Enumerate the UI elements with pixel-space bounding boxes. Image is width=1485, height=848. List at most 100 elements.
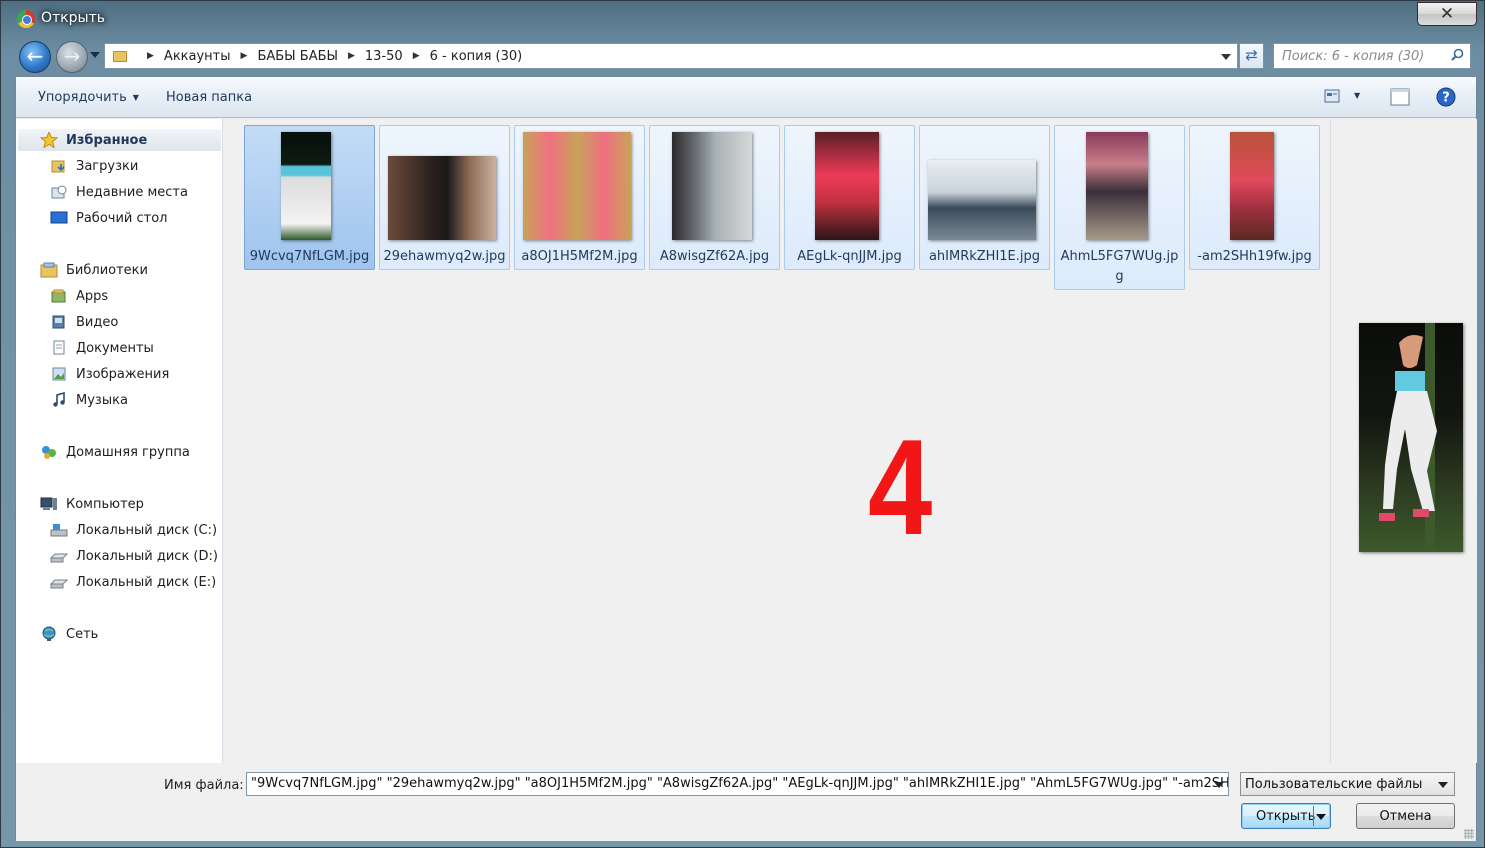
nav-item-label: Локальный диск (E:) [76,574,217,590]
photo-thumbnail [672,132,752,240]
help-icon[interactable]: ? [1436,87,1456,107]
nav-item-label: Рабочий стол [76,210,168,226]
file-tile[interactable]: 29ehawmyq2w.jpg [379,125,510,270]
nav-downloads[interactable]: Загрузки [50,155,138,177]
close-button[interactable]: ✕ [1417,2,1477,26]
split-divider [1313,806,1314,826]
arrow-left-icon: ← [26,44,44,68]
file-name: ahIMRkZHI1E.jpg [928,249,1041,264]
search-icon[interactable] [1451,48,1464,61]
file-name: 29ehawmyq2w.jpg [383,249,506,264]
title-bar[interactable]: Открыть ✕ [1,1,1484,39]
nav-favorites[interactable]: Избранное [18,129,221,151]
nav-homegroup-label: Домашняя группа [66,444,190,460]
refresh-button[interactable]: ⇄ [1239,43,1264,69]
new-folder-button[interactable]: Новая папка [166,90,252,105]
organize-button[interactable]: Упорядочить ▼ [38,90,139,105]
breadcrumb-item[interactable]: Аккаунты [164,49,231,64]
refresh-icon: ⇄ [1245,46,1258,64]
cancel-button[interactable]: Отмена [1356,803,1455,829]
window-title: Открыть [41,10,105,26]
star-icon [40,132,58,148]
chevron-right-icon[interactable]: ▶ [147,51,154,61]
close-icon: ✕ [1439,4,1455,24]
recent-pages-dropdown[interactable] [90,52,100,58]
library-folder-icon [51,289,66,303]
dialog-footer: Имя файла: "9Wcvq7NfLGM.jpg" "29ehawmyq2… [16,764,1476,841]
file-tile[interactable]: 9Wcvq7NfLGM.jpg [244,125,375,270]
chevron-down-icon: ▼ [132,93,139,102]
nav-network[interactable]: Сеть [40,623,98,645]
chevron-right-icon[interactable]: ▶ [348,51,355,61]
downloads-folder-icon [51,160,65,173]
address-history-dropdown[interactable] [1221,54,1231,60]
video-library-icon [52,315,65,329]
file-tile[interactable]: AhmL5FG7WUg.jp g [1054,125,1185,290]
file-tile[interactable]: ahIMRkZHI1E.jpg [919,125,1050,270]
nav-music[interactable]: Музыка [50,389,128,411]
nav-item-label: Локальный диск (C:) [76,522,218,538]
nav-apps[interactable]: Apps [50,285,108,307]
file-tile[interactable]: a8OJ1H5Mf2M.jpg [514,125,645,270]
hard-drive-icon [50,553,68,563]
nav-item-label: Документы [76,340,154,356]
nav-pictures[interactable]: Изображения [50,363,169,385]
file-name: 9Wcvq7NfLGM.jpg [249,249,370,264]
file-tile[interactable]: AEgLk-qnJJM.jpg [784,125,915,270]
nav-video[interactable]: Видео [50,311,118,333]
system-drive-icon [50,524,68,537]
change-view-icon[interactable] [1324,89,1340,103]
breadcrumb-item[interactable]: БАБЫ БАБЫ [257,49,338,64]
open-button[interactable]: Открыть [1241,803,1331,829]
back-button[interactable]: ← [19,41,51,73]
search-input[interactable] [1274,44,1442,68]
navigation-pane: Избранное Загрузки Недавние места Рабочи… [16,119,223,763]
filetype-value: Пользовательские файлы [1245,777,1423,792]
photo-thumbnail [281,132,331,240]
breadcrumb-item[interactable]: 6 - копия (30) [430,49,523,64]
filename-history-dropdown[interactable] [1214,782,1224,788]
homegroup-icon [42,446,56,459]
photo-thumbnail [1230,132,1274,240]
nav-libraries[interactable]: Библиотеки [40,259,148,281]
folder-icon [113,50,127,62]
file-tile[interactable]: A8wisgZf62A.jpg [649,125,780,270]
nav-item-label: Изображения [76,366,170,382]
filename-value: "9Wcvq7NfLGM.jpg" "29ehawmyq2w.jpg" "a8O… [251,776,1229,791]
resize-grip[interactable] [1464,829,1474,839]
forward-button[interactable]: → [56,41,88,73]
chrome-icon [17,10,35,28]
nav-drive-d[interactable]: Локальный диск (D:) [50,545,218,567]
chevron-right-icon[interactable]: ▶ [241,51,248,61]
nav-network-label: Сеть [66,626,99,642]
search-box[interactable] [1273,43,1471,69]
nav-recent-places[interactable]: Недавние места [50,181,188,203]
nav-documents[interactable]: Документы [50,337,154,359]
open-file-dialog: Открыть ✕ ← → ▶ Аккаунты ▶ БАБЫ БАБЫ ▶ 1… [0,0,1485,848]
preview-pane [1330,119,1477,763]
address-bar[interactable]: ▶ Аккаунты ▶ БАБЫ БАБЫ ▶ 13-50 ▶ 6 - коп… [104,43,1238,69]
nav-desktop[interactable]: Рабочий стол [50,207,167,229]
breadcrumb-item[interactable]: 13-50 [365,49,403,64]
nav-item-label: Apps [76,288,109,304]
nav-favorites-label: Избранное [66,132,148,148]
nav-homegroup[interactable]: Домашняя группа [40,441,190,463]
nav-item-label: Видео [76,314,119,330]
nav-drive-c[interactable]: Локальный диск (C:) [50,519,217,541]
nav-computer[interactable]: Компьютер [40,493,144,515]
filetype-select[interactable]: Пользовательские файлы [1240,772,1455,796]
photo-thumbnail [523,132,631,240]
filename-input[interactable]: "9Wcvq7NfLGM.jpg" "29ehawmyq2w.jpg" "a8O… [246,772,1229,796]
preview-image [1359,323,1463,552]
open-options-dropdown[interactable] [1316,814,1326,820]
file-tile[interactable]: -am2SHh19fw.jpg [1189,125,1320,270]
chevron-down-icon [1438,782,1448,788]
filename-label: Имя файла: [164,778,244,793]
nav-drive-e[interactable]: Локальный диск (E:) [50,571,216,593]
file-name: -am2SHh19fw.jpg [1197,249,1312,264]
preview-pane-icon[interactable] [1390,88,1410,106]
chevron-right-icon[interactable]: ▶ [413,51,420,61]
view-dropdown-arrow[interactable]: ▼ [1354,91,1360,100]
svg-text:?: ? [1442,91,1450,106]
arrow-right-icon: → [63,44,81,68]
